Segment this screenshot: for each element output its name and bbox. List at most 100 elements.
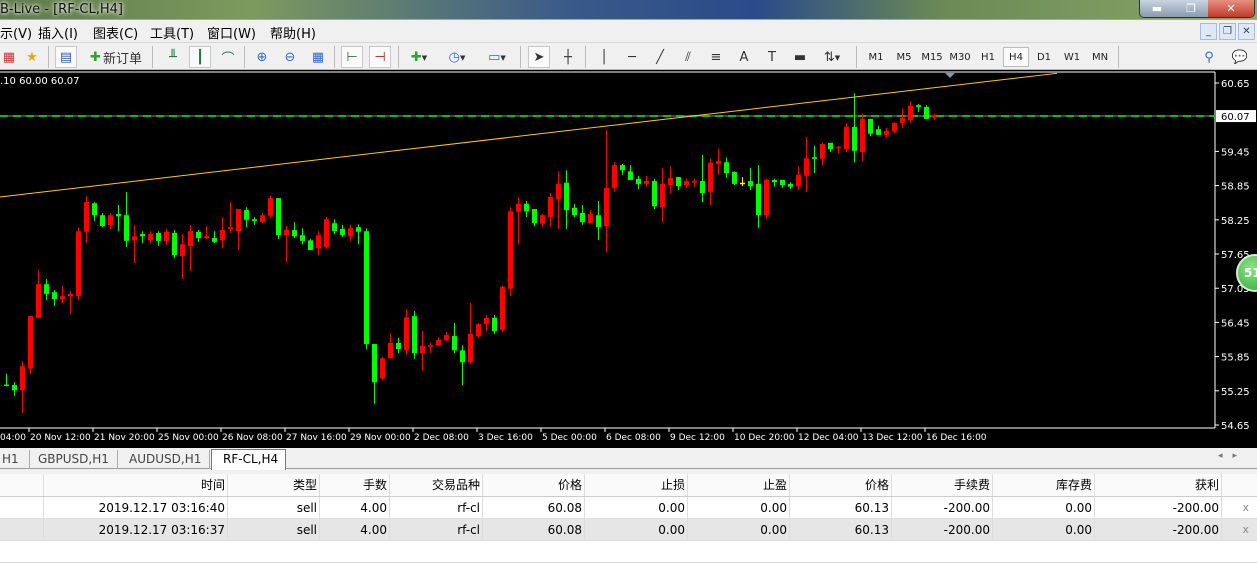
header-time[interactable]: 时间	[44, 474, 228, 496]
chart-shift-marker	[945, 73, 955, 78]
time-tick-label: 6 Dec 08:00	[606, 433, 661, 443]
tile-windows-icon[interactable]: ▦	[307, 46, 329, 68]
cell-profit: -200.00	[1095, 497, 1222, 518]
timeframe-m5[interactable]: M5	[891, 47, 917, 67]
crosshair-icon[interactable]: ┼	[557, 46, 579, 68]
candle-body	[324, 219, 329, 248]
close-order-icon[interactable]: x	[1242, 501, 1249, 514]
candle-body	[420, 345, 425, 354]
menu-window[interactable]: 窗口(W)	[207, 23, 256, 42]
timeframe-m1[interactable]: M1	[863, 47, 889, 67]
fibo-fan-icon[interactable]: ≡	[705, 46, 727, 68]
close-order-icon[interactable]: x	[1242, 523, 1249, 536]
text-icon[interactable]: A	[733, 46, 755, 68]
cell-commission: -200.00	[892, 497, 993, 518]
favorites-icon[interactable]: ★	[22, 46, 42, 68]
cell-take-profit: 0.00	[688, 519, 790, 540]
cell-current-price: 60.13	[790, 519, 892, 540]
candle-body	[844, 126, 849, 150]
vertical-line-icon[interactable]: │	[593, 46, 615, 68]
header-profit[interactable]: 获利	[1095, 474, 1222, 496]
chart-shift-icon[interactable]: ⊢	[341, 46, 363, 68]
time-tick-label: 25 Nov 00:00	[158, 433, 219, 443]
mdi-restore-button[interactable]: ❐	[1219, 23, 1236, 40]
templates-icon[interactable]: ▭ ▾	[482, 46, 512, 68]
fibonacci-icon[interactable]: ⫽	[677, 46, 699, 68]
tab-gbpusd-h1[interactable]: GBPUSD,H1	[30, 450, 118, 469]
header-lots[interactable]: 手数	[320, 474, 390, 496]
navigator-icon[interactable]: ▤	[55, 46, 77, 68]
candle-body	[44, 284, 49, 294]
menu-help[interactable]: 帮助(H)	[270, 23, 316, 42]
menu-tools[interactable]: 工具(T)	[150, 23, 194, 42]
cursor-icon[interactable]: ➤	[528, 46, 550, 68]
header-symbol[interactable]: 交易品种	[390, 474, 483, 496]
row-blank	[0, 497, 44, 518]
header-price[interactable]: 价格	[483, 474, 585, 496]
horizontal-line-icon[interactable]: ─	[621, 46, 643, 68]
candle-body	[652, 181, 657, 207]
header-type[interactable]: 类型	[228, 474, 320, 496]
candle-body	[708, 162, 713, 192]
new-order-button[interactable]: ✚ 新订单	[86, 46, 146, 68]
periods-icon[interactable]: ◷ ▾	[442, 46, 472, 68]
menu-charts[interactable]: 图表(C)	[93, 23, 138, 42]
table-row[interactable]: 2019.12.17 03:16:37 sell 4.00 rf-cl 60.08 0.0…	[0, 519, 1257, 541]
candle-body	[36, 284, 41, 318]
header-stop-loss[interactable]: 止损	[585, 474, 688, 496]
zoom-in-icon[interactable]: ⊕	[251, 46, 273, 68]
cell-take-profit: 0.00	[688, 497, 790, 518]
chat-icon[interactable]: 💬	[1228, 46, 1252, 68]
candle-body	[852, 126, 857, 151]
timeframe-d1[interactable]: D1	[1031, 47, 1057, 67]
tab-h1[interactable]: H1	[0, 450, 30, 469]
price-chart[interactable]: 60.65 59.45 58.85 58.25 57.65 57.05 56.45 55.85…	[0, 70, 1257, 448]
tab-audusd-h1[interactable]: AUDUSD,H1	[118, 450, 210, 469]
timeframe-h4[interactable]: H4	[1003, 47, 1029, 67]
text-label-icon[interactable]: T	[761, 46, 783, 68]
header-swap[interactable]: 库存费	[993, 474, 1095, 496]
time-tick-label: 2 Dec 08:00	[414, 433, 469, 443]
autoscroll-icon[interactable]: ⊣	[369, 46, 391, 68]
mdi-close-button[interactable]: ✕	[1238, 23, 1255, 40]
menu-view[interactable]: 示(V)	[0, 23, 32, 42]
candle-body	[284, 230, 289, 236]
close-button[interactable]: ✕	[1208, 0, 1254, 17]
time-tick-label: 3 Dec 16:00	[478, 433, 533, 443]
tab-scroll-arrows[interactable]: ◂▸	[1218, 451, 1247, 461]
header-take-profit[interactable]: 止盈	[688, 474, 790, 496]
header-commission[interactable]: 手续费	[892, 474, 993, 496]
minimize-button[interactable]: ▬	[1140, 0, 1174, 17]
candle-body	[636, 178, 641, 184]
bar-chart-icon[interactable]: ╨	[162, 46, 184, 68]
candle-body	[628, 171, 633, 180]
indicators-icon[interactable]: ✚ ▾	[404, 46, 434, 68]
candle-body	[580, 212, 585, 223]
table-row[interactable]: 2019.12.17 03:16:40 sell 4.00 rf-cl 60.08 0.0…	[0, 497, 1257, 519]
tab-rf-cl-h4[interactable]: RF-CL,H4	[211, 449, 286, 470]
search-icon[interactable]: ⚲	[1198, 46, 1220, 68]
candlestick-icon[interactable]: ┃	[189, 46, 211, 68]
candle-body	[740, 182, 745, 185]
candle-body	[204, 236, 209, 239]
timeframe-m15[interactable]: M15	[919, 47, 945, 67]
candle-body	[388, 342, 393, 359]
timeframe-mn[interactable]: MN	[1087, 47, 1113, 67]
candle-body	[68, 293, 73, 297]
arrows-icon[interactable]: ⇅ ▾	[817, 46, 847, 68]
timeframe-w1[interactable]: W1	[1059, 47, 1085, 67]
new-order-label: 新订单	[102, 51, 142, 67]
header-current-price[interactable]: 价格	[790, 474, 892, 496]
mdi-minimize-button[interactable]: _	[1200, 23, 1217, 40]
zoom-out-icon[interactable]: ⊖	[279, 46, 301, 68]
timeframe-m30[interactable]: M30	[947, 47, 973, 67]
cell-current-price: 60.13	[790, 497, 892, 518]
profiles-icon[interactable]: ▦	[0, 46, 18, 68]
timeframe-h1[interactable]: H1	[975, 47, 1001, 67]
rectangle-icon[interactable]: ▬	[789, 46, 811, 68]
menu-insert[interactable]: 插入(I)	[38, 23, 78, 42]
trendline-icon[interactable]: ╱	[649, 46, 671, 68]
time-tick-label: 9 Dec 12:00	[670, 433, 725, 443]
line-chart-icon[interactable]: ⌒	[217, 46, 239, 68]
maximize-button[interactable]: ❐	[1174, 0, 1208, 17]
